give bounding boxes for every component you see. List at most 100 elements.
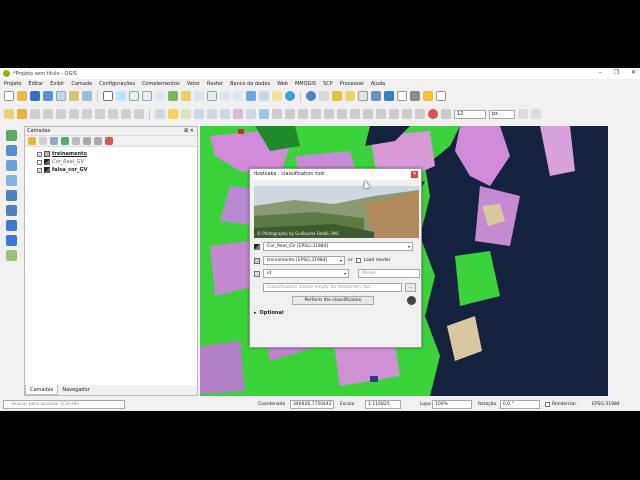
layer-checkbox[interactable] [37,159,42,165]
new-print-layout-icon[interactable] [56,91,66,101]
raster-combo[interactable]: Cor_Real_GV [EPSG:31984] ▾ [263,242,413,251]
processing-toolbox-icon[interactable] [384,91,394,101]
digitize-shape-icon[interactable] [272,109,282,119]
undo-icon[interactable] [121,109,131,119]
layer-checkbox[interactable]: ✓ [37,167,42,173]
size-field[interactable]: 12 [454,109,486,119]
load-model-checkbox[interactable] [355,258,361,263]
scp-band-icon[interactable] [441,109,451,119]
layers-panel-close-button[interactable]: ⊠ ✕ [184,127,194,136]
scp-icon[interactable] [428,109,438,119]
label-pin-icon[interactable] [168,109,178,119]
remove-layer-icon[interactable] [105,137,113,145]
output-input[interactable]: Classification. Leave empty for temporar… [263,283,402,292]
label-change-icon[interactable] [220,109,230,119]
menu-camada[interactable]: Camada [71,81,92,87]
label-tool-icon[interactable] [155,109,165,119]
map-tips-icon[interactable] [423,91,433,101]
unit-combo[interactable]: px [489,109,515,119]
layer-checkbox[interactable]: ✓ [37,151,42,157]
cut-features-icon[interactable] [82,109,92,119]
manage-map-themes-icon[interactable] [50,137,58,145]
filter-expression-icon[interactable] [72,137,80,145]
maximize-button[interactable]: ❐ [614,69,619,76]
open-layer-styling-icon[interactable] [28,137,36,145]
add-group-icon[interactable] [39,137,47,145]
zoom-in-icon[interactable] [129,91,139,101]
expand-all-icon[interactable] [83,137,91,145]
copy-features-icon[interactable] [95,109,105,119]
merge-features-icon[interactable] [402,109,412,119]
pan-map-icon[interactable] [103,91,113,101]
add-wfs-icon[interactable] [5,235,17,246]
save-edits-icon[interactable] [30,109,40,119]
rotate-point-icon[interactable] [415,109,425,119]
zoom-out-icon[interactable] [142,91,152,101]
label-rotate-icon[interactable] [207,109,217,119]
simplify-icon[interactable] [311,109,321,119]
perform-classification-button[interactable]: Perform the classification [292,296,374,305]
save-as-icon[interactable] [43,91,53,101]
delete-selected-icon[interactable] [69,109,79,119]
new-project-icon[interactable] [4,91,14,101]
trace-icon[interactable] [531,109,541,119]
menu-configuracoes[interactable]: Configurações [99,81,135,87]
run-feature-action-icon[interactable] [319,91,329,101]
locator-search[interactable]: Buscar para localizar (Ctrl+K) [3,400,125,409]
text-annotation-icon[interactable] [436,91,446,101]
coordinate-field[interactable]: 346926,7750442 [290,400,334,409]
menu-ajuda[interactable]: Ajuda [371,81,385,87]
model-input[interactable]: Model [358,269,420,278]
layer-styling-icon[interactable] [259,109,269,119]
add-vector-layer-icon[interactable] [5,130,17,141]
label-show-hide-icon[interactable] [181,109,191,119]
expand-arrow-icon[interactable]: ▸ [254,310,257,316]
field-combo[interactable]: id ▾ [263,269,349,278]
menu-scp[interactable]: SCP [323,81,333,87]
bookmark-icon[interactable] [259,91,269,101]
menu-editar[interactable]: Editar [28,81,43,87]
save-project-icon[interactable] [30,91,40,101]
zoom-to-selection-icon[interactable] [181,91,191,101]
menu-banco-de-dados[interactable]: Banco de dados [230,81,270,87]
settings-gear-icon[interactable] [407,296,416,305]
menu-mmqgis[interactable]: MMQGIS [295,81,316,87]
add-spatialite-icon[interactable] [5,160,17,171]
select-features-icon[interactable] [332,91,342,101]
collapse-all-icon[interactable] [94,137,102,145]
deselect-icon[interactable] [345,91,355,101]
paste-features-icon[interactable] [108,109,118,119]
menu-raster[interactable]: Raster [207,81,223,87]
layer-item-treinamento[interactable]: ✓ treinamento [25,150,197,158]
add-delimited-text-icon[interactable] [5,190,17,201]
delete-part-icon[interactable] [376,109,386,119]
field-calculator-icon[interactable] [371,91,381,101]
add-postgis-icon[interactable] [5,175,17,186]
refresh-icon[interactable] [285,91,295,101]
close-window-button[interactable]: ✕ [631,69,636,76]
add-raster-layer-icon[interactable] [5,145,17,156]
browse-button[interactable]: ... [405,283,416,292]
add-wms-icon[interactable] [5,220,17,231]
toggle-editing-icon[interactable] [17,109,27,119]
show-bookmarks-icon[interactable] [272,91,282,101]
layer-item-falsa-cor-gv[interactable]: ✓ falsa_cor_GV [25,166,197,174]
minimize-button[interactable]: – [599,69,602,76]
zoom-to-layer-icon[interactable] [194,91,204,101]
reshape-icon[interactable] [285,109,295,119]
label-properties-icon[interactable] [246,109,256,119]
crs-button[interactable]: EPSG:31984 [592,402,620,407]
vector-combo[interactable]: treinamento [EPSG:31984] ▾ [263,256,345,265]
menu-web[interactable]: Web [277,81,288,87]
add-ring-icon[interactable] [324,109,334,119]
rotation-field[interactable]: 0,0 ° [500,400,540,409]
optional-row[interactable]: ▸ Optional [254,308,284,317]
diagram-icon[interactable] [233,109,243,119]
zoom-native-icon[interactable] [207,91,217,101]
snapping-icon[interactable] [518,109,528,119]
statistical-summary-icon[interactable] [397,91,407,101]
magnifier-field[interactable]: 100% [432,400,472,409]
redo-icon[interactable] [134,109,144,119]
pan-to-selection-icon[interactable] [116,91,126,101]
menu-vetor[interactable]: Vetor [187,81,200,87]
